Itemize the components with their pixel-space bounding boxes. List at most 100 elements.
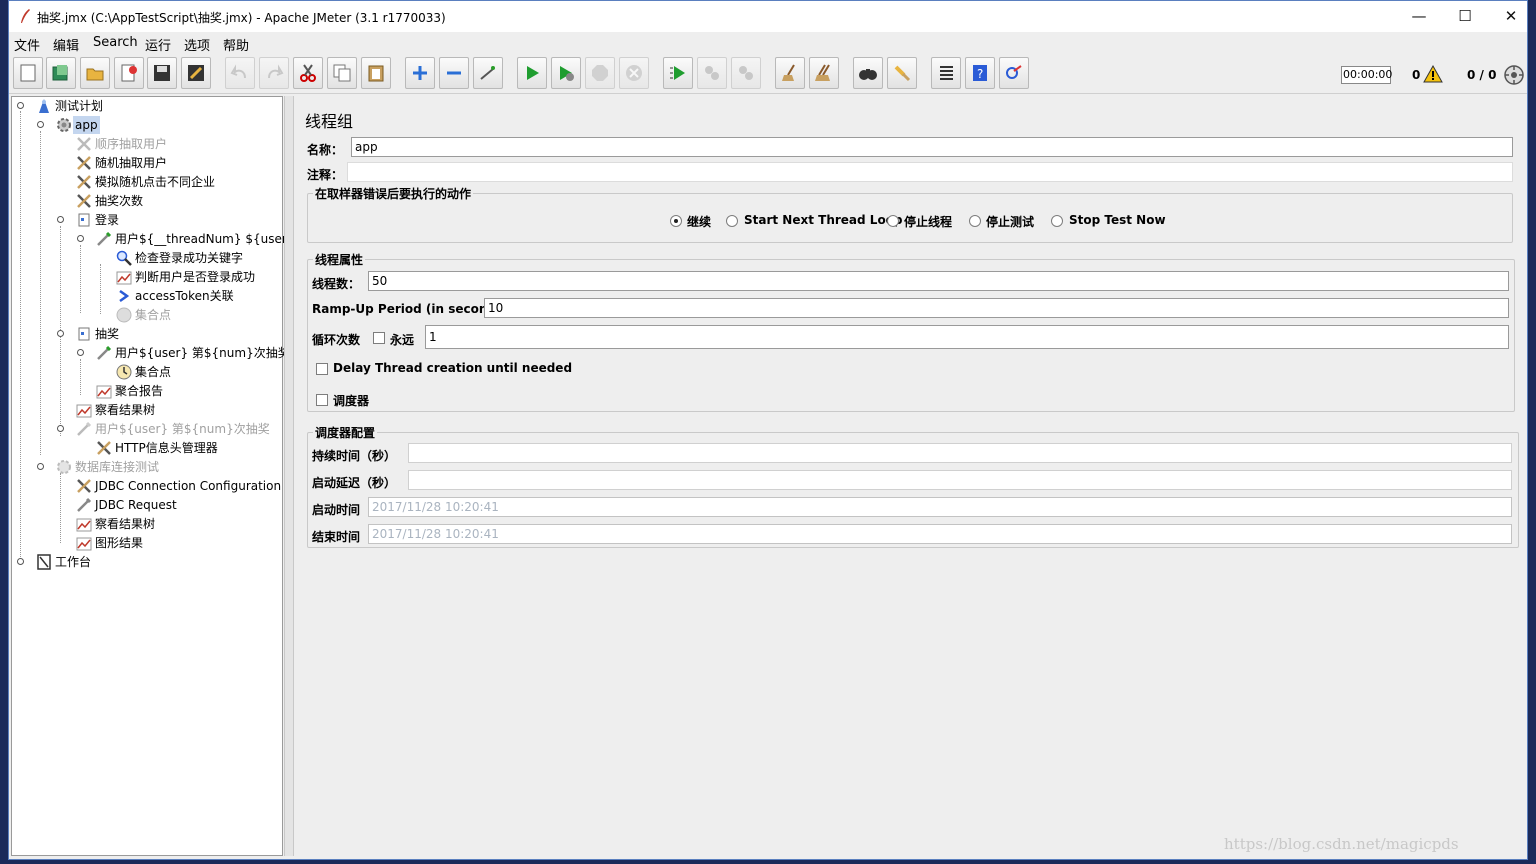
templates-icon <box>52 65 68 81</box>
log-viewer-button[interactable] <box>999 57 1029 89</box>
comment-field[interactable] <box>347 162 1513 182</box>
error-count: 0 <box>1412 68 1421 82</box>
tree-toggle-login[interactable] <box>57 216 64 223</box>
thread-group-icon <box>57 460 71 474</box>
tree-toggle-test-plan[interactable] <box>17 102 24 109</box>
stop-thread-label: 停止线程 <box>904 215 953 229</box>
continue-label: 继续 <box>687 215 712 229</box>
startup-delay-field[interactable] <box>408 470 1512 490</box>
new-button[interactable] <box>13 57 43 89</box>
function-helper-button[interactable] <box>931 57 961 89</box>
stop-test-label: 停止测试 <box>986 215 1035 229</box>
sampler-pipette-icon <box>97 345 112 360</box>
post-processor-arrow-icon <box>119 289 130 303</box>
rampup-field[interactable]: 10 <box>484 298 1509 318</box>
save-screen-button[interactable] <box>181 57 211 89</box>
transaction-controller-icon <box>78 213 90 227</box>
name-field[interactable]: app <box>351 137 1513 157</box>
play-icon <box>527 66 539 80</box>
sampler-error-action-group: 在取样器错误后要执行的动作 继续 Start Next Thread Loop … <box>307 185 1513 243</box>
expand-all-button[interactable] <box>405 57 435 89</box>
config-wrench-icon <box>77 479 91 493</box>
redo-button[interactable] <box>259 57 289 89</box>
jmeter-feather-icon <box>21 9 30 23</box>
maximize-button[interactable]: ☐ <box>1442 1 1488 32</box>
remote-stop-button[interactable] <box>697 57 727 89</box>
menu-options[interactable]: 选项 <box>184 35 210 54</box>
plus-icon <box>413 66 427 80</box>
jmeter-window: 抽奖.jmx (C:\AppTestScript\抽奖.jmx) - Apach… <box>8 0 1528 860</box>
end-time-field[interactable]: 2017/11/28 10:20:41 <box>368 524 1512 544</box>
stop-test-radio[interactable] <box>969 215 981 227</box>
start-time-field[interactable]: 2017/11/28 10:20:41 <box>368 497 1512 517</box>
broom-clear-icon <box>782 64 795 81</box>
scheduler-checkbox[interactable] <box>316 394 328 406</box>
toggle-button[interactable] <box>473 57 503 89</box>
clear-all-button[interactable] <box>809 57 839 89</box>
split-pane-divider[interactable] <box>284 96 294 856</box>
stop-button[interactable] <box>585 57 615 89</box>
paste-clipboard-icon <box>368 65 384 82</box>
minimize-button[interactable]: — <box>1396 1 1442 32</box>
clear-button[interactable] <box>775 57 805 89</box>
tree-toggle-lottery-sampler[interactable] <box>77 349 84 356</box>
end-time-label: 结束时间 <box>312 530 361 544</box>
window-title: 抽奖.jmx (C:\AppTestScript\抽奖.jmx) - Apach… <box>37 11 446 25</box>
start-next-loop-radio[interactable] <box>726 215 738 227</box>
stop-thread-radio[interactable] <box>887 215 899 227</box>
threads-field[interactable]: 50 <box>368 271 1509 291</box>
redo-icon <box>268 64 284 79</box>
tree-toggle-db-test[interactable] <box>37 463 44 470</box>
tree-toggle-workbench[interactable] <box>17 558 24 565</box>
scissors-icon <box>300 64 316 82</box>
templates-button[interactable] <box>46 57 76 89</box>
save-button[interactable] <box>147 57 177 89</box>
stop-test-now-radio[interactable] <box>1051 215 1063 227</box>
remote-shutdown-button[interactable] <box>731 57 761 89</box>
sampler-error-action-title: 在取样器错误后要执行的动作 <box>313 185 474 202</box>
menu-run[interactable]: 运行 <box>145 35 171 54</box>
forever-checkbox[interactable] <box>373 332 385 344</box>
shutdown-button[interactable] <box>619 57 649 89</box>
continue-radio[interactable] <box>670 215 682 227</box>
tree-toggle-app[interactable] <box>37 121 44 128</box>
reset-search-button[interactable] <box>887 57 917 89</box>
copy-button[interactable] <box>327 57 357 89</box>
tree-toggle-login-sampler[interactable] <box>77 235 84 242</box>
sampler-pipette-icon <box>77 497 92 512</box>
sampler-pipette-icon <box>97 231 112 246</box>
menu-help[interactable]: 帮助 <box>223 35 249 54</box>
undo-button[interactable] <box>225 57 255 89</box>
paste-button[interactable] <box>361 57 391 89</box>
cut-button[interactable] <box>293 57 323 89</box>
menu-search[interactable]: Search <box>93 35 138 50</box>
panel-title: 线程组 <box>305 112 354 131</box>
search-button[interactable] <box>853 57 883 89</box>
menu-file[interactable]: 文件 <box>14 35 40 54</box>
menu-edit[interactable]: 编辑 <box>53 35 79 54</box>
tree-toggle-disabled-sampler[interactable] <box>57 425 64 432</box>
scheduler-config-title: 调度器配置 <box>313 424 378 441</box>
stop-test-now-label: Stop Test Now <box>1069 213 1166 227</box>
start-button[interactable] <box>517 57 547 89</box>
tree-toggle-lottery[interactable] <box>57 330 64 337</box>
close-button[interactable]: ✕ <box>1488 1 1534 32</box>
loop-count-field[interactable]: 1 <box>425 325 1509 349</box>
timer-clock-icon <box>116 364 132 380</box>
collapse-all-button[interactable] <box>439 57 469 89</box>
delay-thread-creation-checkbox[interactable] <box>316 363 328 375</box>
warning-icon[interactable] <box>1423 65 1443 83</box>
thread-group-icon <box>57 118 71 132</box>
new-file-icon <box>20 64 36 82</box>
listener-graph-icon <box>76 537 92 551</box>
open-button[interactable] <box>80 57 110 89</box>
duration-field[interactable] <box>408 443 1512 463</box>
listener-graph-icon <box>76 404 92 418</box>
save-as-image-icon <box>188 65 204 81</box>
stop-icon <box>592 65 608 81</box>
remote-start-button[interactable] <box>663 57 693 89</box>
help-button[interactable]: ? <box>965 57 995 89</box>
start-no-pause-button[interactable] <box>551 57 581 89</box>
close-file-button[interactable] <box>114 57 144 89</box>
remote-play-icon <box>670 66 685 80</box>
